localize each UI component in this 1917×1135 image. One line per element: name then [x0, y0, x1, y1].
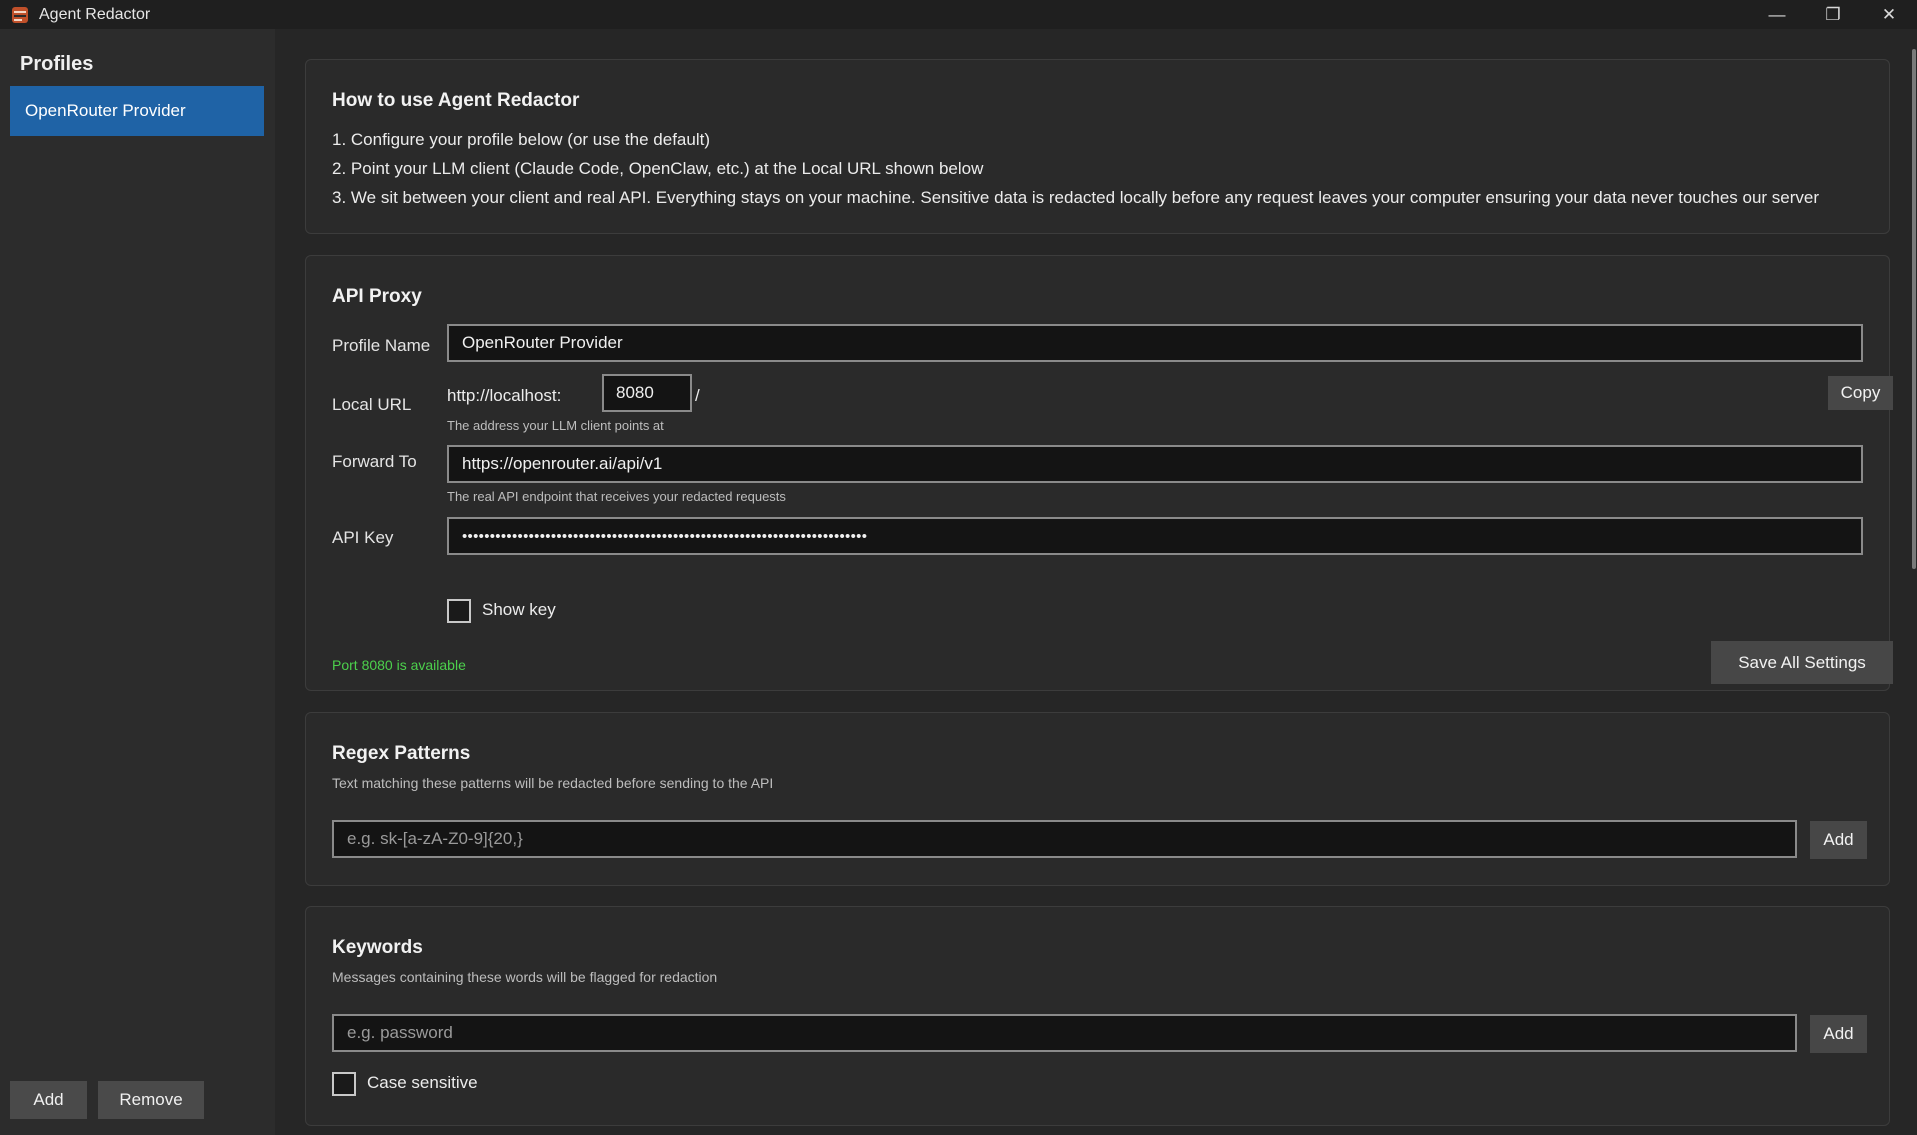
restore-icon[interactable]: ❐: [1805, 0, 1861, 29]
main-scrollbar[interactable]: [1909, 29, 1917, 1135]
save-all-settings-button[interactable]: Save All Settings: [1711, 641, 1893, 684]
window-controls: — ❐ ✕: [1749, 0, 1917, 29]
port-status-text: Port 8080 is available: [332, 657, 466, 673]
forward-to-input[interactable]: [447, 445, 1863, 483]
keywords-description: Messages containing these words will be …: [332, 969, 718, 985]
show-key-checkbox[interactable]: [447, 599, 471, 623]
keywords-card: Keywords Messages containing these words…: [305, 906, 1890, 1126]
profile-name-label: Profile Name: [332, 336, 431, 355]
keywords-title: Keywords: [332, 937, 423, 958]
sidebar-item-openrouter-provider[interactable]: OpenRouter Provider: [10, 86, 264, 136]
copy-url-button[interactable]: Copy: [1828, 376, 1893, 410]
howto-step-1: 1. Configure your profile below (or use …: [332, 130, 710, 149]
regex-pattern-input[interactable]: [332, 820, 1797, 858]
local-url-hint: The address your LLM client points at: [447, 418, 664, 433]
add-keyword-button[interactable]: Add: [1810, 1015, 1867, 1053]
scrollbar-thumb[interactable]: [1912, 49, 1916, 569]
redactor-app-icon: [12, 6, 28, 23]
window-title: Agent Redactor: [39, 5, 151, 23]
api-key-input[interactable]: ••••••••••••••••••••••••••••••••••••••••…: [447, 517, 1863, 555]
add-profile-button[interactable]: Add: [10, 1081, 87, 1119]
local-url-label: Local URL: [332, 395, 412, 414]
keyword-input[interactable]: [332, 1014, 1797, 1052]
forward-to-hint: The real API endpoint that receives your…: [447, 489, 786, 504]
local-url-suffix: /: [695, 386, 700, 405]
remove-profile-button[interactable]: Remove: [98, 1081, 204, 1119]
api-proxy-title: API Proxy: [332, 286, 422, 307]
howto-step-2: 2. Point your LLM client (Claude Code, O…: [332, 159, 984, 178]
show-key-label: Show key: [482, 600, 556, 619]
profiles-sidebar: Profiles OpenRouter Provider Add Remove: [0, 29, 275, 1135]
howto-step-3: 3. We sit between your client and real A…: [332, 188, 1820, 207]
api-proxy-card: API Proxy Profile Name Local URL http://…: [305, 255, 1893, 691]
case-sensitive-checkbox[interactable]: [332, 1072, 356, 1096]
regex-description: Text matching these patterns will be red…: [332, 775, 774, 791]
profile-name-input[interactable]: [447, 324, 1863, 362]
port-input[interactable]: [602, 374, 692, 412]
sidebar-title: Profiles: [20, 53, 94, 75]
regex-title: Regex Patterns: [332, 743, 471, 764]
case-sensitive-label: Case sensitive: [367, 1073, 478, 1092]
forward-to-label: Forward To: [332, 452, 417, 471]
sidebar-item-label: OpenRouter Provider: [25, 101, 186, 120]
main-content: How to use Agent Redactor 1. Configure y…: [275, 29, 1917, 1135]
title-bar: Agent Redactor — ❐ ✕: [0, 0, 1917, 29]
add-regex-button[interactable]: Add: [1810, 821, 1867, 859]
howto-title: How to use Agent Redactor: [332, 90, 580, 111]
api-key-label: API Key: [332, 528, 394, 547]
howto-card: How to use Agent Redactor 1. Configure y…: [305, 59, 1890, 234]
regex-patterns-card: Regex Patterns Text matching these patte…: [305, 712, 1890, 886]
minimize-icon[interactable]: —: [1749, 0, 1805, 29]
local-url-prefix: http://localhost:: [447, 386, 562, 405]
close-icon[interactable]: ✕: [1861, 0, 1917, 29]
